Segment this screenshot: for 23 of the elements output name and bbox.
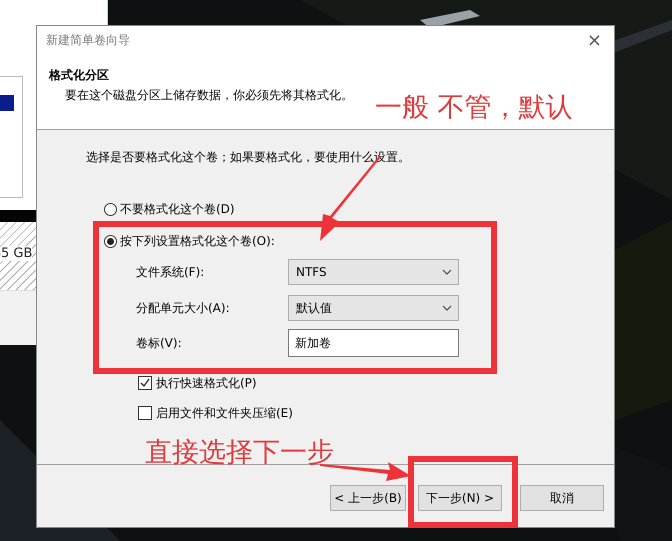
- next-button[interactable]: 下一步(N) >: [418, 485, 502, 511]
- field-label: 卷标(V):: [136, 334, 183, 352]
- selection-bar: [0, 95, 14, 111]
- chevron-icon: [442, 269, 452, 275]
- window-title: 新建简单卷向导: [46, 32, 130, 49]
- radio-option[interactable]: 按下列设置格式化这个卷(O):: [104, 232, 275, 250]
- close-button[interactable]: ×: [582, 30, 606, 51]
- back-button[interactable]: < 上一步(B): [330, 485, 406, 511]
- annotation-text: 一般 不管，默认: [375, 94, 573, 121]
- page-title: 格式化分区: [49, 67, 109, 84]
- checkbox-option[interactable]: 执行快速格式化(P): [138, 374, 257, 392]
- field-label: 分配单元大小(A):: [136, 300, 231, 316]
- checkbox-option[interactable]: 启用文件和文件夹压缩(E): [138, 404, 293, 422]
- cancel-button[interactable]: 取消: [520, 485, 604, 511]
- radio-option[interactable]: 不要格式化这个卷(D): [104, 200, 235, 218]
- input-field[interactable]: 新加卷: [288, 329, 459, 357]
- size-label: 5 GB: [1, 246, 32, 261]
- dropdown[interactable]: NTFS: [288, 259, 459, 285]
- annotation-text: 直接选择下一步: [145, 439, 334, 466]
- dropdown[interactable]: 默认值: [288, 295, 459, 321]
- chevron-icon: [442, 305, 452, 311]
- page-subtitle: 要在这个磁盘分区上储存数据，你必须先将其格式化。: [65, 87, 353, 104]
- field-label: 文件系统(F):: [136, 264, 206, 280]
